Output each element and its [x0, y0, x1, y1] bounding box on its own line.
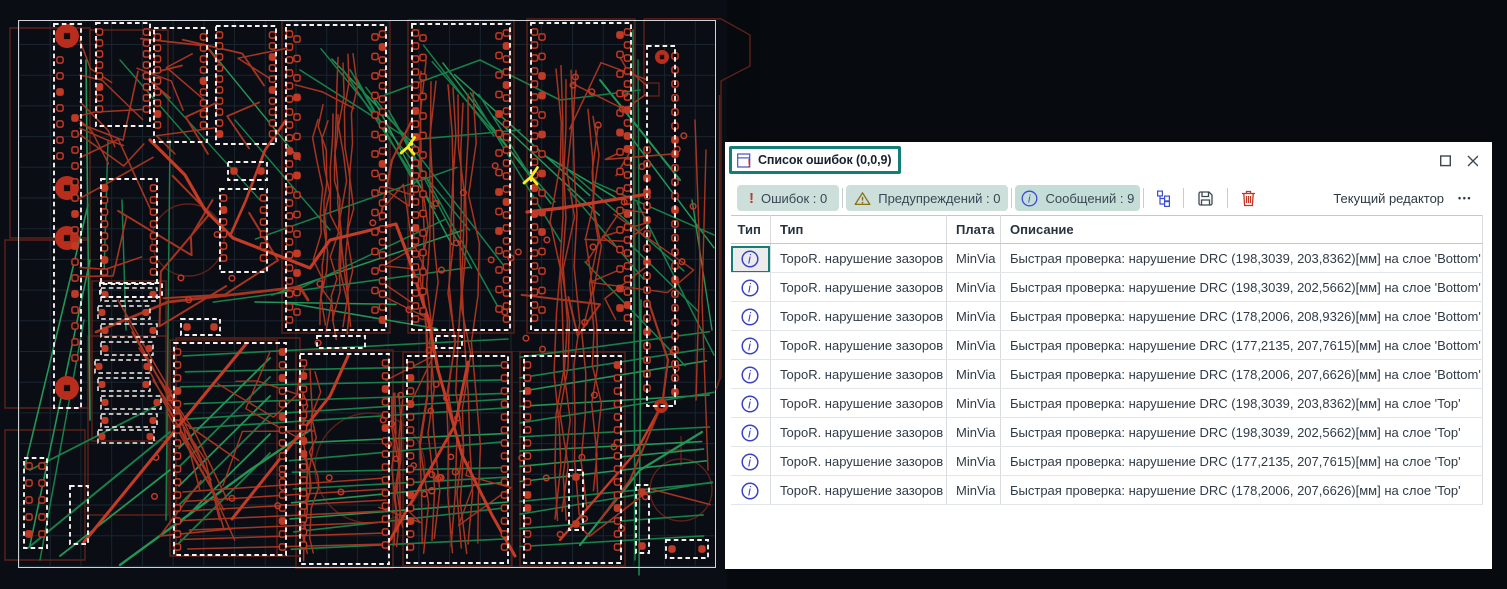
- svg-text:i: i: [1028, 193, 1031, 205]
- svg-text:i: i: [748, 339, 752, 354]
- svg-text:i: i: [748, 368, 752, 383]
- svg-text:i: i: [748, 310, 752, 325]
- svg-text:i: i: [748, 484, 752, 499]
- svg-text:i: i: [748, 397, 752, 412]
- svg-text:i: i: [748, 455, 752, 470]
- svg-text:!: !: [747, 156, 751, 169]
- svg-text:i: i: [748, 252, 752, 267]
- svg-text:i: i: [748, 426, 752, 441]
- svg-text:i: i: [748, 281, 752, 296]
